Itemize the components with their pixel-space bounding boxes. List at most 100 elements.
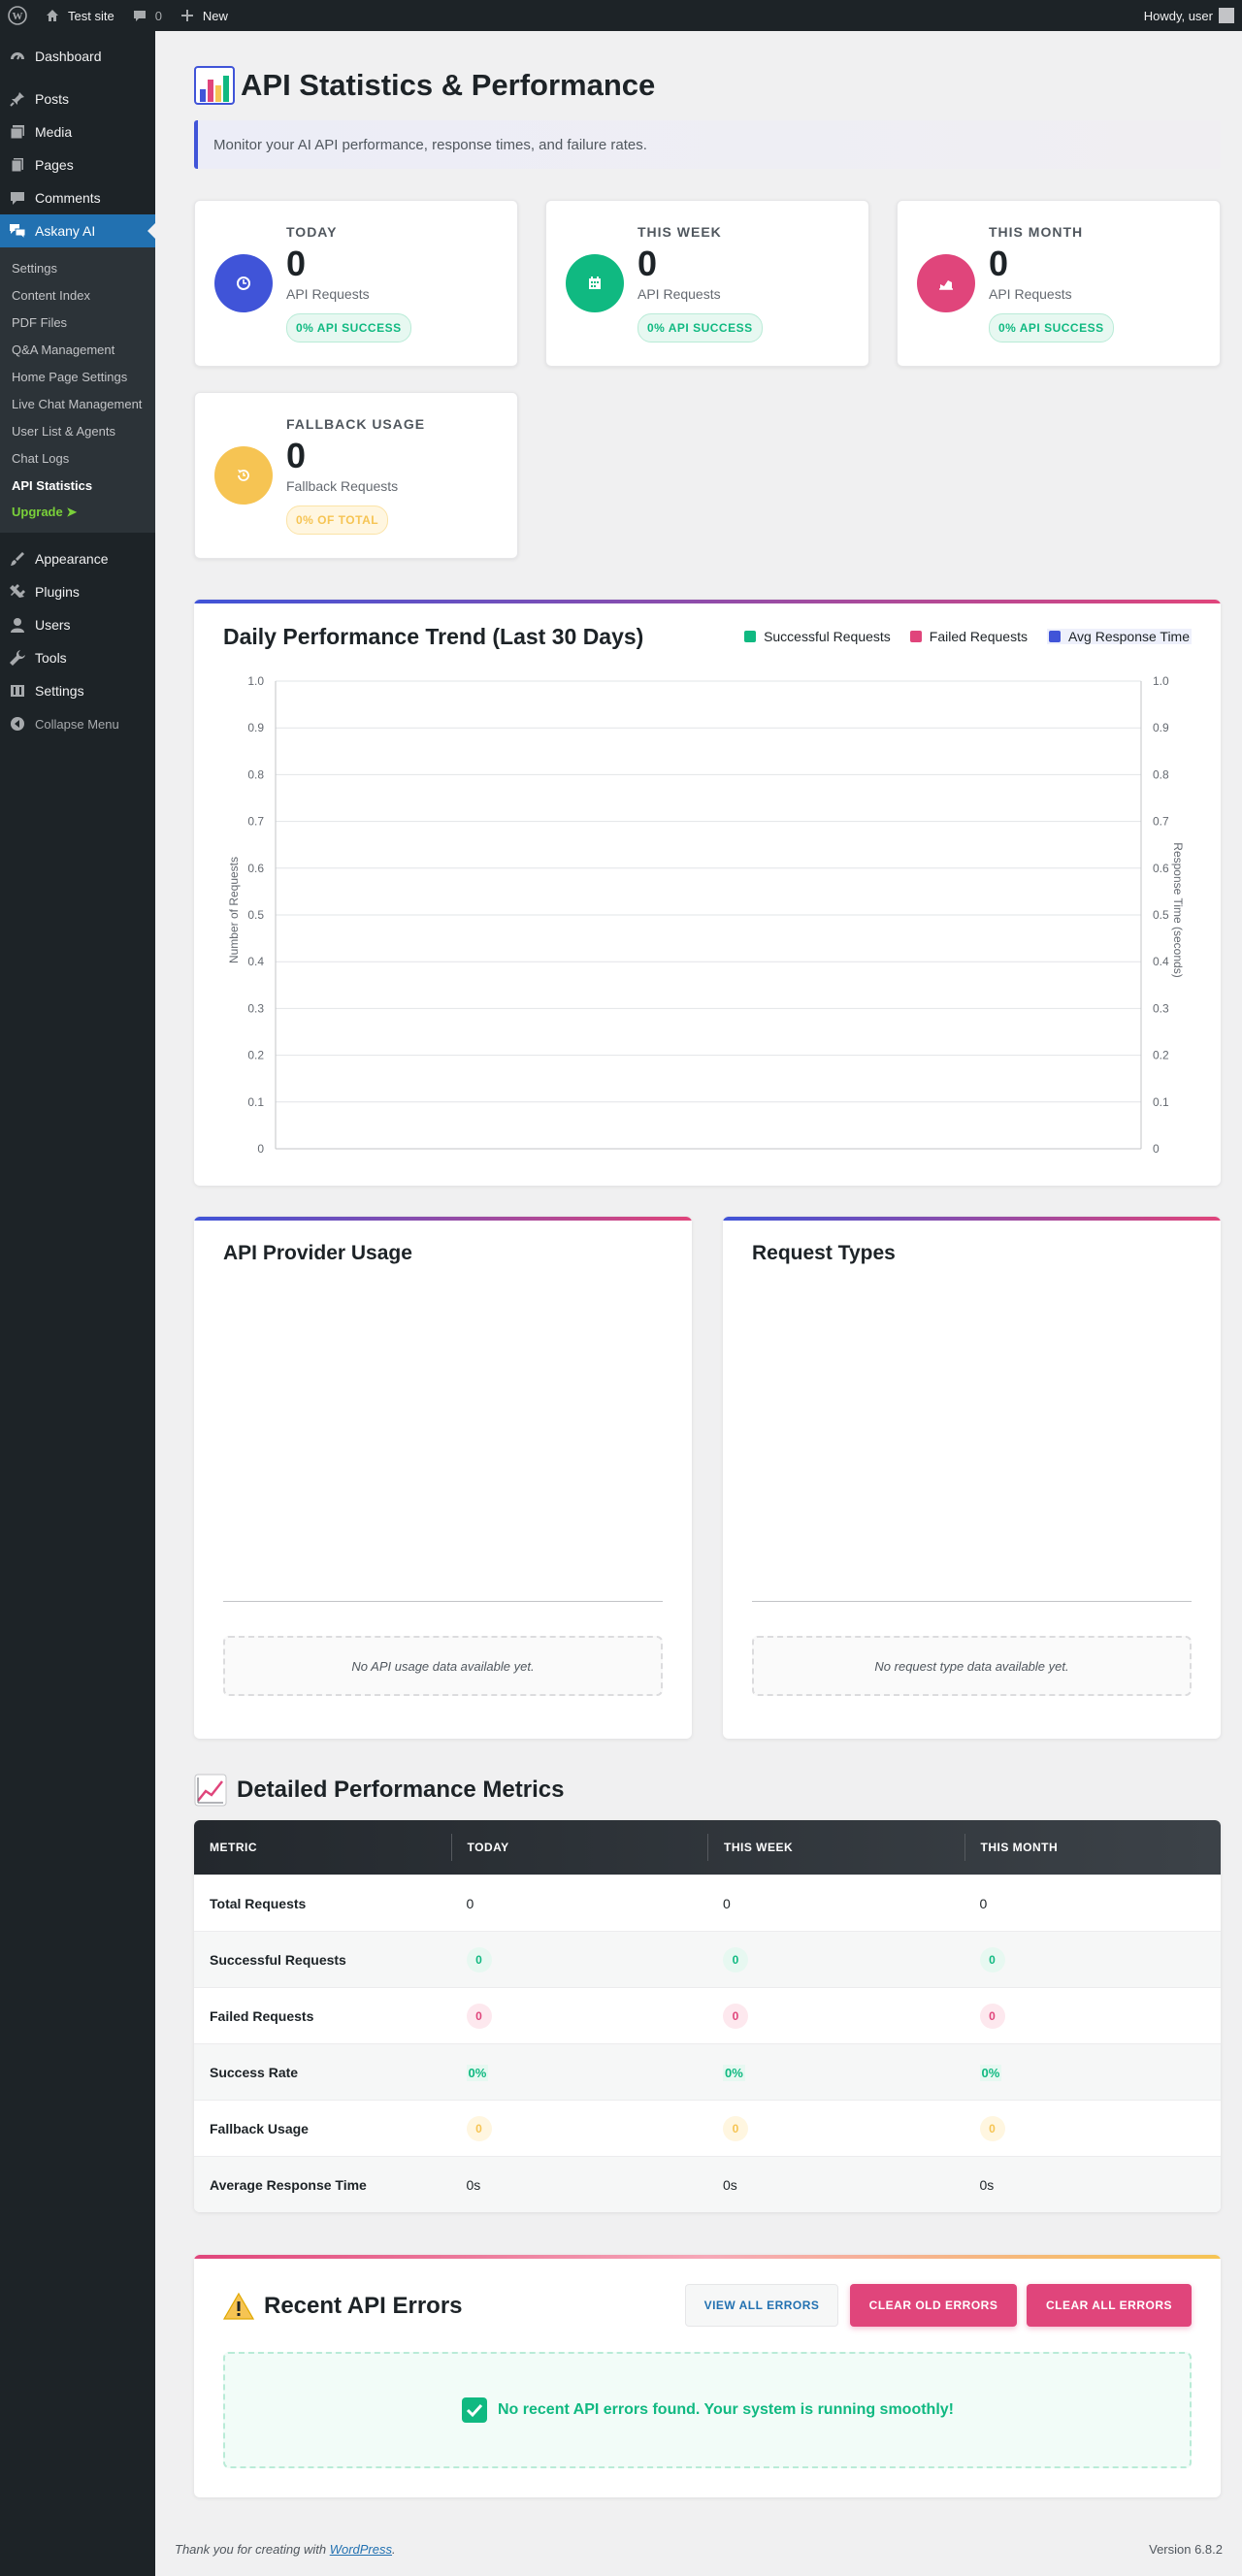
submenu-chat-logs[interactable]: Chat Logs xyxy=(0,444,155,472)
metric-pill: 0 xyxy=(466,1946,492,1973)
y-tick-label: 0.5 xyxy=(247,908,264,922)
y-tick-label: 0.3 xyxy=(247,1001,264,1015)
menu-settings[interactable]: Settings xyxy=(0,674,155,707)
no-errors-message: No recent API errors found. Your system … xyxy=(223,2352,1192,2468)
stat-card-this-month: THIS MONTH 0 API Requests 0% API SUCCESS xyxy=(897,200,1221,367)
success-rate-value: 0% xyxy=(723,2064,745,2081)
metrics-table: METRIC TODAY THIS WEEK THIS MONTH Total … xyxy=(194,1820,1221,2212)
card-desc: API Requests xyxy=(637,286,721,302)
success-rate-value: 0% xyxy=(979,2064,1002,2081)
menu-pages[interactable]: Pages xyxy=(0,148,155,181)
y-tick-label: 0.4 xyxy=(247,955,264,968)
metric-pill: 0 xyxy=(979,2003,1005,2029)
metric-value: 0s xyxy=(723,2176,737,2193)
table-row: Average Response Time 0s 0s 0s xyxy=(194,2156,1221,2212)
metric-value: 0s xyxy=(466,2176,481,2193)
metric-label: Fallback Usage xyxy=(210,2120,309,2136)
y-tick-label: 0.8 xyxy=(247,767,264,781)
collapse-menu-button[interactable]: Collapse Menu xyxy=(0,707,155,740)
request-types-panel: Request Types No request type data avail… xyxy=(723,1217,1221,1739)
metrics-title-text: Detailed Performance Metrics xyxy=(237,1777,565,1803)
card-desc: Fallback Requests xyxy=(286,478,399,494)
menu-label: Posts xyxy=(35,91,70,107)
submenu-live-chat-management[interactable]: Live Chat Management xyxy=(0,390,155,417)
y-axis-label: Number of Requests xyxy=(227,857,241,963)
new-content-link[interactable]: New xyxy=(170,0,236,31)
user-icon xyxy=(8,615,27,635)
menu-dashboard[interactable]: Dashboard xyxy=(0,40,155,73)
wordpress-logo-icon[interactable]: W xyxy=(0,0,35,31)
y-tick-label: 0.1 xyxy=(247,1095,264,1109)
menu-label: Dashboard xyxy=(35,49,102,64)
y2-tick-label: 0.6 xyxy=(1153,862,1169,875)
table-header-cell: THIS WEEK xyxy=(707,1834,964,1861)
menu-posts[interactable]: Posts xyxy=(0,82,155,115)
panel-accent-bar xyxy=(194,1217,692,1221)
menu-tools[interactable]: Tools xyxy=(0,641,155,674)
breakdown-row: API Provider Usage No API usage data ava… xyxy=(194,1217,1221,1739)
metric-label: Total Requests xyxy=(210,1895,307,1911)
comments-link[interactable]: 0 xyxy=(122,0,170,31)
provider-title: API Provider Usage xyxy=(223,1242,412,1264)
chart-baseline xyxy=(223,1601,663,1602)
card-desc: API Requests xyxy=(989,286,1072,302)
page-subtitle: Monitor your AI API performance, respons… xyxy=(194,120,1221,169)
card-desc: API Requests xyxy=(286,286,370,302)
card-value: 0 xyxy=(286,436,307,475)
menu-label: Settings xyxy=(35,683,84,699)
provider-empty-state: No API usage data available yet. xyxy=(223,1636,663,1696)
metric-cell: 0 xyxy=(964,2115,1222,2141)
success-rate-value: 0% xyxy=(466,2064,489,2081)
submenu-settings[interactable]: Settings xyxy=(0,254,155,281)
menu-media[interactable]: Media xyxy=(0,115,155,148)
metric-label: Successful Requests xyxy=(210,1951,346,1968)
chart-area-icon xyxy=(917,254,975,312)
menu-askany-ai[interactable]: Askany AI xyxy=(0,214,155,247)
menu-comments[interactable]: Comments xyxy=(0,181,155,214)
footer-version: Version 6.8.2 xyxy=(1149,2542,1223,2557)
metric-cell: 0% xyxy=(707,2064,964,2081)
metric-cell: 0 xyxy=(964,2003,1222,2029)
errors-title: Recent API Errors xyxy=(223,2292,463,2321)
table-row: Success Rate 0% 0% 0% xyxy=(194,2043,1221,2100)
site-name-link[interactable]: Test site xyxy=(35,0,122,31)
submenu-pdf-files[interactable]: PDF Files xyxy=(0,309,155,336)
trend-chart-icon xyxy=(194,1774,227,1807)
admin-footer: Thank you for creating with WordPress. V… xyxy=(155,2542,1242,2557)
table-header-cell: TODAY xyxy=(450,1834,708,1861)
my-account[interactable]: Howdy, user xyxy=(1144,8,1242,23)
submenu-home-page-settings[interactable]: Home Page Settings xyxy=(0,363,155,390)
y-tick-label: 0 xyxy=(257,1142,264,1156)
submenu-api-statistics[interactable]: API Statistics xyxy=(0,472,155,499)
y2-tick-label: 1.0 xyxy=(1153,674,1169,688)
askany-submenu: Settings Content Index PDF Files Q&A Man… xyxy=(0,247,155,533)
bar-chart-icon xyxy=(194,64,237,107)
panel-accent-bar xyxy=(723,1217,1221,1221)
submenu-qa-management[interactable]: Q&A Management xyxy=(0,336,155,363)
metric-value: 0 xyxy=(979,1895,988,1911)
menu-appearance[interactable]: Appearance xyxy=(0,542,155,575)
card-value: 0 xyxy=(637,244,658,283)
svg-text:W: W xyxy=(13,11,23,22)
footer-thanks-prefix: Thank you for creating with xyxy=(175,2542,327,2557)
menu-users[interactable]: Users xyxy=(0,608,155,641)
menu-label: Appearance xyxy=(35,551,109,567)
submenu-upgrade[interactable]: Upgrade ➤ xyxy=(0,499,155,526)
submenu-content-index[interactable]: Content Index xyxy=(0,281,155,309)
submenu-user-list-agents[interactable]: User List & Agents xyxy=(0,417,155,444)
trend-chart: 0 0 0.1 0.1 0.2 0.2 0.3 0.3 0.4 0.4 0.5 0.5 0.6 0.6 0.… xyxy=(227,674,1185,1156)
request-types-title: Request Types xyxy=(752,1242,896,1264)
table-row: Failed Requests 0 0 0 xyxy=(194,1987,1221,2043)
view-all-errors-button[interactable]: VIEW ALL ERRORS xyxy=(685,2284,838,2327)
clear-all-errors-button[interactable]: CLEAR ALL ERRORS xyxy=(1027,2284,1192,2327)
card-label: TODAY xyxy=(286,224,338,240)
admin-sidebar: Dashboard Posts Media Pages Comments Ask… xyxy=(0,31,155,2576)
menu-label: Users xyxy=(35,617,71,633)
clear-old-errors-button[interactable]: CLEAR OLD ERRORS xyxy=(850,2284,1017,2327)
request-types-empty-state: No request type data available yet. xyxy=(752,1636,1192,1696)
table-header-cell: METRIC xyxy=(210,1841,257,1854)
wordpress-link[interactable]: WordPress xyxy=(330,2542,392,2557)
errors-title-text: Recent API Errors xyxy=(264,2293,463,2319)
greeting: Howdy, user xyxy=(1143,8,1213,23)
menu-plugins[interactable]: Plugins xyxy=(0,575,155,608)
